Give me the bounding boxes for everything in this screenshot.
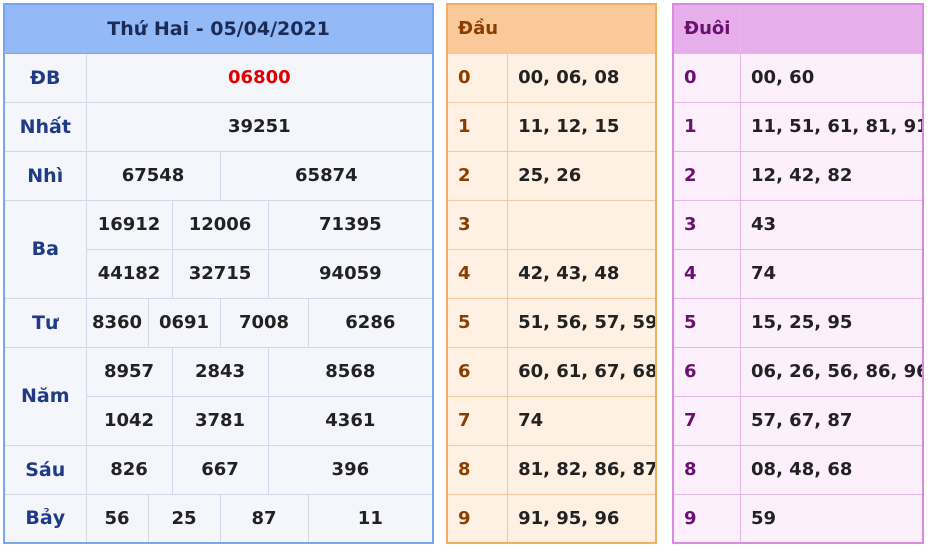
dau-digit: 4 (446, 248, 509, 299)
dau-header: Đầu (446, 3, 509, 54)
prize-number: 87 (219, 493, 309, 544)
dau-values: 60, 61, 67, 68 (507, 346, 657, 397)
prize-number: 7008 (219, 297, 309, 348)
duoi-digit: 1 (672, 101, 742, 152)
dau-digit: 3 (446, 199, 509, 250)
prize-number: 65874 (219, 150, 434, 201)
prize-number: 396 (267, 444, 434, 495)
duoi-values: 43 (740, 199, 924, 250)
duoi-values: 00, 60 (740, 52, 924, 103)
prize-number: 25 (147, 493, 221, 544)
results-table: Thứ Hai - 05/04/2021 ĐB 06800 Nhất 39251… (3, 3, 435, 544)
duoi-values: 12, 42, 82 (740, 150, 924, 201)
duoi-digit: 7 (672, 395, 742, 446)
duoi-values: 15, 25, 95 (740, 297, 924, 348)
prize-number: 11 (307, 493, 434, 544)
duoi-values: 06, 26, 56, 86, 96 (740, 346, 924, 397)
prize-number: 8568 (267, 346, 434, 397)
dau-values: 51, 56, 57, 59 (507, 297, 657, 348)
duoi-digit: 8 (672, 444, 742, 495)
duoi-values: 74 (740, 248, 924, 299)
duoi-header-blank (740, 3, 924, 54)
prize-number: 4361 (267, 395, 434, 446)
prize-number: 8360 (85, 297, 149, 348)
duoi-values: 08, 48, 68 (740, 444, 924, 495)
prize-label-third: Ba (3, 199, 87, 299)
dau-digit: 5 (446, 297, 509, 348)
duoi-digit: 3 (672, 199, 742, 250)
prize-number: 71395 (267, 199, 434, 250)
dau-digit: 1 (446, 101, 509, 152)
duoi-values: 57, 67, 87 (740, 395, 924, 446)
prize-number: 12006 (171, 199, 269, 250)
prize-label-second: Nhì (3, 150, 87, 201)
prize-label-seventh: Bảy (3, 493, 87, 544)
duoi-header: Đuôi (672, 3, 742, 54)
prize-number: 2843 (171, 346, 269, 397)
prize-number: 94059 (267, 248, 434, 299)
dau-digit: 0 (446, 52, 509, 103)
duoi-digit: 5 (672, 297, 742, 348)
duoi-table: Đuôi 0 00, 60 1 11, 51, 61, 81, 91 2 12, 42… (672, 3, 924, 544)
prize-number: 56 (85, 493, 149, 544)
prize-number: 826 (85, 444, 173, 495)
prize-number: 39251 (85, 101, 434, 152)
dau-digit: 8 (446, 444, 509, 495)
dau-digit: 2 (446, 150, 509, 201)
prize-label-first: Nhất (3, 101, 87, 152)
prize-number: 667 (171, 444, 269, 495)
prize-number: 0691 (147, 297, 221, 348)
prize-number: 32715 (171, 248, 269, 299)
dau-values: 25, 26 (507, 150, 657, 201)
prize-label-special: ĐB (3, 52, 87, 103)
duoi-digit: 6 (672, 346, 742, 397)
dau-values (507, 199, 657, 250)
dau-values: 81, 82, 86, 87 (507, 444, 657, 495)
prize-label-sixth: Sáu (3, 444, 87, 495)
dau-digit: 6 (446, 346, 509, 397)
duoi-digit: 2 (672, 150, 742, 201)
duoi-digit: 4 (672, 248, 742, 299)
dau-values: 11, 12, 15 (507, 101, 657, 152)
prize-label-fourth: Tư (3, 297, 87, 348)
dau-digit: 7 (446, 395, 509, 446)
prize-number: 67548 (85, 150, 221, 201)
duoi-digit: 0 (672, 52, 742, 103)
prize-label-fifth: Năm (3, 346, 87, 446)
dau-header-blank (507, 3, 657, 54)
dau-values: 91, 95, 96 (507, 493, 657, 544)
dau-values: 74 (507, 395, 657, 446)
dau-values: 42, 43, 48 (507, 248, 657, 299)
prize-number-special: 06800 (85, 52, 434, 103)
duoi-values: 59 (740, 493, 924, 544)
prize-number: 8957 (85, 346, 173, 397)
results-title: Thứ Hai - 05/04/2021 (3, 3, 434, 54)
duoi-values: 11, 51, 61, 81, 91 (740, 101, 924, 152)
prize-number: 6286 (307, 297, 434, 348)
duoi-digit: 9 (672, 493, 742, 544)
dau-table: Đầu 0 00, 06, 08 1 11, 12, 15 2 25, 26 3 44… (446, 3, 657, 544)
prize-number: 3781 (171, 395, 269, 446)
dau-values: 00, 06, 08 (507, 52, 657, 103)
dau-digit: 9 (446, 493, 509, 544)
prize-number: 44182 (85, 248, 173, 299)
prize-number: 1042 (85, 395, 173, 446)
prize-number: 16912 (85, 199, 173, 250)
